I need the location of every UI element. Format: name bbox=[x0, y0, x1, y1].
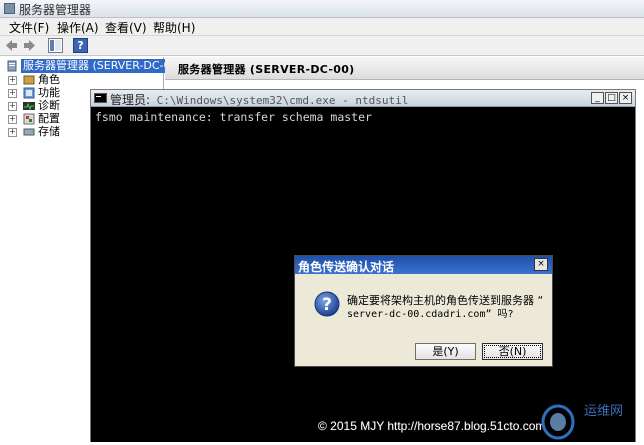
window-title: 服务器管理器 bbox=[19, 3, 92, 17]
dialog-titlebar[interactable]: 角色传送确认对话 × bbox=[295, 256, 552, 274]
tree-root-label: 服务器管理器 (SERVER-DC-00) bbox=[21, 59, 184, 73]
expand-icon[interactable]: + bbox=[8, 102, 17, 111]
cmd-title-path: C:\Windows\system32\cmd.exe - ntdsutil bbox=[150, 94, 409, 107]
tree-item-label: 角色 bbox=[38, 73, 60, 86]
expand-icon[interactable]: + bbox=[8, 115, 17, 124]
server-manager-icon bbox=[4, 3, 15, 14]
svg-text:?: ? bbox=[322, 295, 332, 315]
close-button[interactable]: × bbox=[619, 92, 632, 104]
forward-arrow-icon[interactable] bbox=[22, 38, 37, 53]
expand-icon[interactable]: + bbox=[8, 89, 17, 98]
configuration-icon bbox=[23, 113, 35, 125]
menu-file[interactable]: 文件(F) bbox=[6, 19, 52, 36]
storage-icon bbox=[23, 126, 35, 138]
expand-icon[interactable]: + bbox=[8, 128, 17, 137]
tree-item-label: 配置 bbox=[38, 112, 60, 125]
toolbar: ? bbox=[0, 36, 644, 56]
cmd-titlebar[interactable]: 管理员: C:\Windows\system32\cmd.exe - ntdsu… bbox=[91, 90, 635, 107]
expand-icon[interactable]: + bbox=[8, 76, 17, 85]
cmd-title-prefix: 管理员: bbox=[110, 93, 151, 107]
question-icon: ? bbox=[314, 291, 340, 317]
cmd-title: 管理员: C:\Windows\system32\cmd.exe - ntdsu… bbox=[110, 91, 408, 108]
console-icon bbox=[94, 93, 107, 103]
menu-help[interactable]: 帮助(H) bbox=[150, 19, 198, 36]
dialog-message-line2: server-dc-00.cdadri.com” 吗? bbox=[347, 309, 514, 320]
tree-item-label: 功能 bbox=[38, 86, 60, 99]
menu-view[interactable]: 查看(V) bbox=[102, 19, 150, 36]
yes-button[interactable]: 是(Y) bbox=[415, 343, 476, 360]
tree-item-label: 诊断 bbox=[38, 99, 60, 112]
dialog-title: 角色传送确认对话 bbox=[298, 260, 395, 274]
menu-action[interactable]: 操作(A) bbox=[54, 19, 102, 36]
features-icon bbox=[23, 87, 35, 99]
role-transfer-dialog[interactable]: 角色传送确认对话 × ? 确定要将架构主机的角色传送到服务器 “ server-… bbox=[294, 255, 553, 367]
dialog-close-button[interactable]: × bbox=[534, 258, 548, 271]
server-icon bbox=[6, 60, 18, 72]
site-logo-text: 运维网 bbox=[584, 404, 624, 419]
back-arrow-icon[interactable] bbox=[4, 38, 19, 53]
maximize-button[interactable]: □ bbox=[605, 92, 618, 104]
console-output[interactable]: fsmo maintenance: transfer schema master bbox=[95, 110, 372, 124]
tree-item-label: 存储 bbox=[38, 125, 60, 138]
server-manager-titlebar[interactable]: 服务器管理器 bbox=[0, 0, 644, 18]
diagnostics-icon bbox=[23, 100, 35, 112]
copyright-watermark: © 2015 MJY http://horse87.blog.51cto.com bbox=[318, 419, 546, 433]
help-icon[interactable]: ? bbox=[73, 38, 88, 53]
minimize-button[interactable]: _ bbox=[591, 92, 604, 104]
no-button[interactable]: 否(N) bbox=[482, 343, 543, 360]
show-hide-console-tree-icon[interactable] bbox=[48, 38, 63, 53]
details-header: 服务器管理器 (SERVER-DC-00) bbox=[165, 57, 644, 80]
roles-icon bbox=[23, 74, 35, 86]
menu-bar: 文件(F) 操作(A) 查看(V) 帮助(H) bbox=[0, 18, 644, 36]
details-header-title: 服务器管理器 (SERVER-DC-00) bbox=[178, 63, 355, 76]
